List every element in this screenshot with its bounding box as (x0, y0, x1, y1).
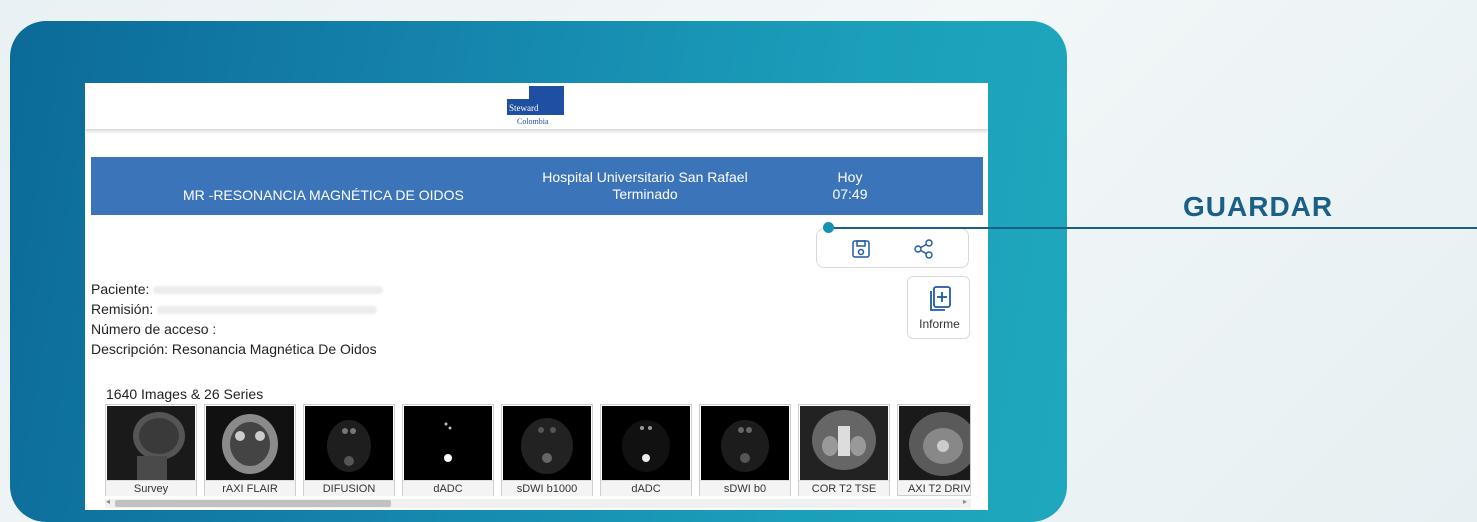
remision-label: Remisión: (91, 301, 154, 317)
series-count: 1640 Images & 26 Series (106, 386, 264, 402)
series-image (206, 406, 294, 480)
series-thumbnail[interactable]: AXI T2 DRIVE (897, 404, 971, 496)
study-status: Terminado (612, 186, 678, 202)
series-label: DIFUSION (304, 480, 394, 496)
acceso-label: Número de acceso : (91, 321, 217, 337)
series-label: dADC (403, 480, 493, 496)
series-label: sDWI b1000 (502, 480, 592, 496)
descripcion-value: Resonancia Magnética De Oidos (171, 341, 377, 357)
series-image (602, 406, 690, 480)
series-image (503, 406, 591, 480)
series-label: rAXI FLAIR (205, 480, 295, 496)
series-thumbnail[interactable]: sDWI b0 (699, 404, 791, 496)
informe-label: Informe (919, 317, 960, 331)
callout-pointer-dot (823, 222, 834, 233)
device-frame: Steward Colombia MR -RESONANCIA MAGNÉTIC… (10, 21, 1067, 522)
series-thumbnail[interactable]: dADC (402, 404, 494, 496)
redacted-value (153, 286, 384, 295)
series-strip: Survey rAXI FLAIR DIFUSION dADC sDWI b10… (105, 404, 985, 496)
horizontal-scrollbar[interactable]: ◂ ▸ (105, 497, 971, 508)
scrollbar-thumb[interactable] (115, 500, 391, 507)
callout-label: GUARDAR (1183, 191, 1334, 222)
callout-pointer-line (834, 227, 1477, 229)
series-thumbnail[interactable]: DIFUSION (303, 404, 395, 496)
series-label: Survey (106, 480, 196, 496)
series-thumbnail[interactable]: COR T2 TSE (798, 404, 890, 496)
save-button[interactable] (850, 238, 872, 260)
study-description: MR -RESONANCIA MAGNÉTICA DE OIDOS (183, 187, 464, 203)
series-label: dADC (601, 480, 691, 496)
series-thumbnail[interactable]: sDWI b1000 (501, 404, 593, 496)
study-datetime: Hoy 07:49 (825, 169, 875, 203)
blurred-title (483, 113, 603, 129)
patient-info: Paciente: Remisión: Número de acceso : D… (91, 279, 384, 359)
top-bar: Steward Colombia (85, 83, 988, 130)
app-screen: Steward Colombia MR -RESONANCIA MAGNÉTIC… (85, 83, 988, 510)
study-hospital-block: Hospital Universitario San Rafael Termin… (535, 169, 755, 203)
series-thumbnail[interactable]: rAXI FLAIR (204, 404, 296, 496)
series-image (899, 406, 970, 480)
series-image (800, 406, 888, 480)
series-image (404, 406, 492, 480)
series-image (107, 406, 195, 480)
floppy-disk-icon (852, 240, 870, 258)
paciente-label: Paciente: (91, 281, 150, 297)
study-header-bar[interactable]: MR -RESONANCIA MAGNÉTICA DE OIDOS Hospit… (91, 157, 983, 215)
series-image (701, 406, 789, 480)
series-image (305, 406, 393, 480)
series-label: AXI T2 DRIVE (898, 480, 970, 495)
action-toolbar (816, 228, 969, 268)
redacted-value (157, 306, 378, 315)
series-label: sDWI b0 (700, 480, 790, 496)
descripcion-label: Descripción: (91, 341, 169, 357)
study-date: Hoy (837, 169, 863, 185)
scroll-right-icon[interactable]: ▸ (963, 497, 967, 506)
logo-text: Steward (509, 103, 539, 113)
informe-button[interactable]: Informe (907, 276, 970, 339)
share-button[interactable] (913, 238, 935, 260)
series-thumbnail[interactable]: Survey (105, 404, 197, 496)
series-label: COR T2 TSE (799, 480, 889, 496)
share-icon (914, 239, 933, 259)
add-document-icon (930, 286, 951, 311)
study-time: 07:49 (832, 186, 868, 202)
hospital-name: Hospital Universitario San Rafael (542, 169, 748, 185)
scroll-left-icon[interactable]: ◂ (106, 497, 110, 506)
series-thumbnail[interactable]: dADC (600, 404, 692, 496)
